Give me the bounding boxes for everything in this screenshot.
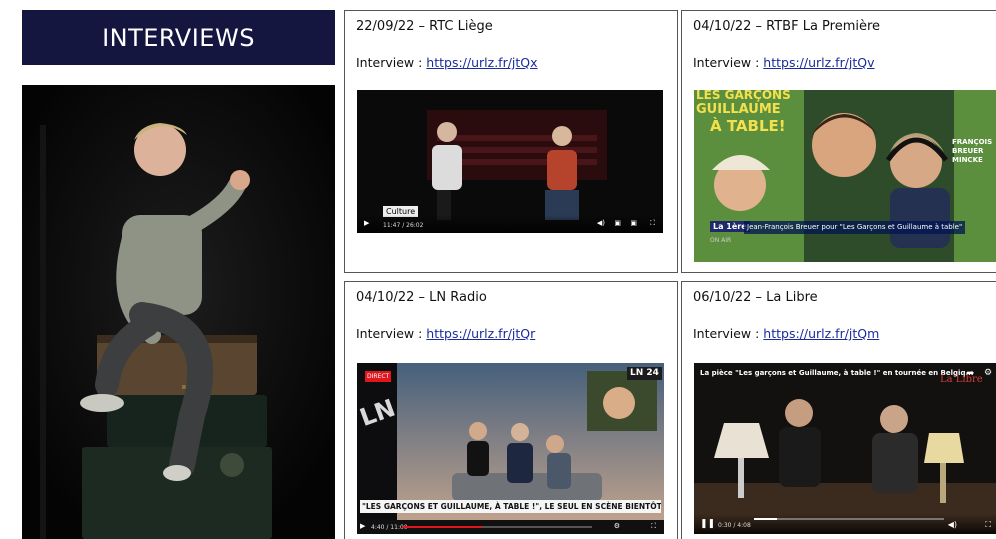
interview-label: Interview : bbox=[356, 55, 427, 70]
play-icon[interactable]: ▶ bbox=[364, 219, 369, 228]
progress-bar[interactable] bbox=[754, 518, 944, 520]
interview-card-rtc: 22/09/22 – RTC Liège Interview : https:/… bbox=[344, 10, 678, 273]
interview-card-lalibre: 06/10/22 – La Libre Interview : https://… bbox=[681, 281, 996, 539]
interview-link[interactable]: https://urlz.fr/jtQm bbox=[763, 326, 879, 341]
news-headline: "LES GARÇONS ET GUILLAUME, À TABLE !", L… bbox=[360, 500, 661, 513]
volume-icon[interactable]: ◀) bbox=[597, 219, 605, 228]
direct-badge: DIRECT bbox=[365, 371, 392, 382]
progress-fill bbox=[402, 526, 482, 528]
actor-photo bbox=[22, 85, 335, 539]
interview-link-line: Interview : https://urlz.fr/jtQm bbox=[693, 326, 879, 341]
interview-card-rtbf: 04/10/22 – RTBF La Première Interview : … bbox=[681, 10, 996, 273]
video-thumbnail bbox=[694, 363, 996, 534]
volume-icon[interactable]: ◀) bbox=[948, 520, 957, 529]
caption-text: Jean-François Breuer pour "Les Garçons e… bbox=[744, 221, 966, 234]
interview-label: Interview : bbox=[693, 55, 764, 70]
video-title: La pièce "Les garçons et Guillaume, à ta… bbox=[700, 369, 974, 377]
captions-icon[interactable]: ▣ bbox=[630, 219, 637, 228]
interview-link-line: Interview : https://urlz.fr/jtQx bbox=[356, 55, 538, 70]
interview-date-source: 06/10/22 – La Libre bbox=[693, 290, 818, 305]
interview-card-ln: 04/10/22 – LN Radio Interview : https://… bbox=[344, 281, 678, 539]
play-icon[interactable]: ▶ bbox=[360, 522, 365, 531]
share-icon[interactable]: ➦ bbox=[966, 369, 974, 379]
video-controls: ▶ 11:47 / 26:02 ◀) ▣ ▣ ⛶ bbox=[357, 215, 663, 233]
video-controls: ▶ 4:40 / 11:00 ⚙ ⛶ bbox=[357, 520, 664, 534]
video-player-lalibre[interactable]: La pièce "Les garçons et Guillaume, à ta… bbox=[694, 363, 996, 534]
interview-date-source: 04/10/22 – LN Radio bbox=[356, 290, 487, 305]
gear-icon[interactable]: ⚙ bbox=[984, 369, 992, 378]
la-libre-logo: La Libre bbox=[940, 374, 983, 385]
video-time: 0:30 / 4:08 bbox=[718, 522, 751, 529]
interviews-banner: INTERVIEWS bbox=[22, 10, 335, 65]
video-time: 11:47 / 26:02 bbox=[383, 222, 424, 229]
interview-link[interactable]: https://urlz.fr/jtQv bbox=[763, 55, 874, 70]
poster-title-top: LES GARÇONS bbox=[696, 90, 791, 102]
fullscreen-icon[interactable]: ⛶ bbox=[985, 520, 991, 529]
video-controls: ❚❚ 0:30 / 4:08 ◀) ⛶ bbox=[694, 514, 996, 534]
interview-label: Interview : bbox=[693, 326, 764, 341]
fullscreen-icon[interactable]: ⛶ bbox=[651, 522, 656, 531]
poster-title-mid: GUILLAUME bbox=[696, 102, 781, 117]
page-title: INTERVIEWS bbox=[102, 23, 255, 52]
actor-illustration bbox=[22, 85, 335, 539]
interview-date-source: 04/10/22 – RTBF La Première bbox=[693, 19, 881, 34]
progress-fill bbox=[754, 518, 777, 520]
video-player-rtc[interactable]: Culture ▶ 11:47 / 26:02 ◀) ▣ ▣ ⛶ bbox=[357, 90, 663, 233]
poster-side-text: FRANÇOIS BREUER MINCKE bbox=[952, 138, 993, 164]
poster-title-bottom: À TABLE! bbox=[710, 117, 786, 135]
on-air-label: ON AIR bbox=[710, 237, 732, 244]
settings-icon[interactable]: ▣ bbox=[614, 219, 621, 228]
interview-link[interactable]: https://urlz.fr/jtQr bbox=[426, 326, 535, 341]
ln24-logo: LN 24 bbox=[627, 367, 662, 380]
interview-link-line: Interview : https://urlz.fr/jtQv bbox=[693, 55, 875, 70]
progress-bar[interactable] bbox=[402, 526, 592, 528]
video-player-ln[interactable]: LN DIRECT LN 24 "LES GARÇONS ET GUILLAUM… bbox=[357, 363, 664, 534]
fullscreen-icon[interactable]: ⛶ bbox=[650, 219, 655, 228]
settings-icon[interactable]: ⚙ bbox=[614, 522, 620, 531]
interview-label: Interview : bbox=[356, 326, 427, 341]
interview-link-line: Interview : https://urlz.fr/jtQr bbox=[356, 326, 535, 341]
pause-icon[interactable]: ❚❚ bbox=[700, 520, 715, 529]
video-player-rtbf[interactable]: LES GARÇONS GUILLAUME À TABLE! FRANÇOIS … bbox=[694, 90, 996, 262]
interview-date-source: 22/09/22 – RTC Liège bbox=[356, 19, 493, 34]
interview-link[interactable]: https://urlz.fr/jtQx bbox=[426, 55, 537, 70]
